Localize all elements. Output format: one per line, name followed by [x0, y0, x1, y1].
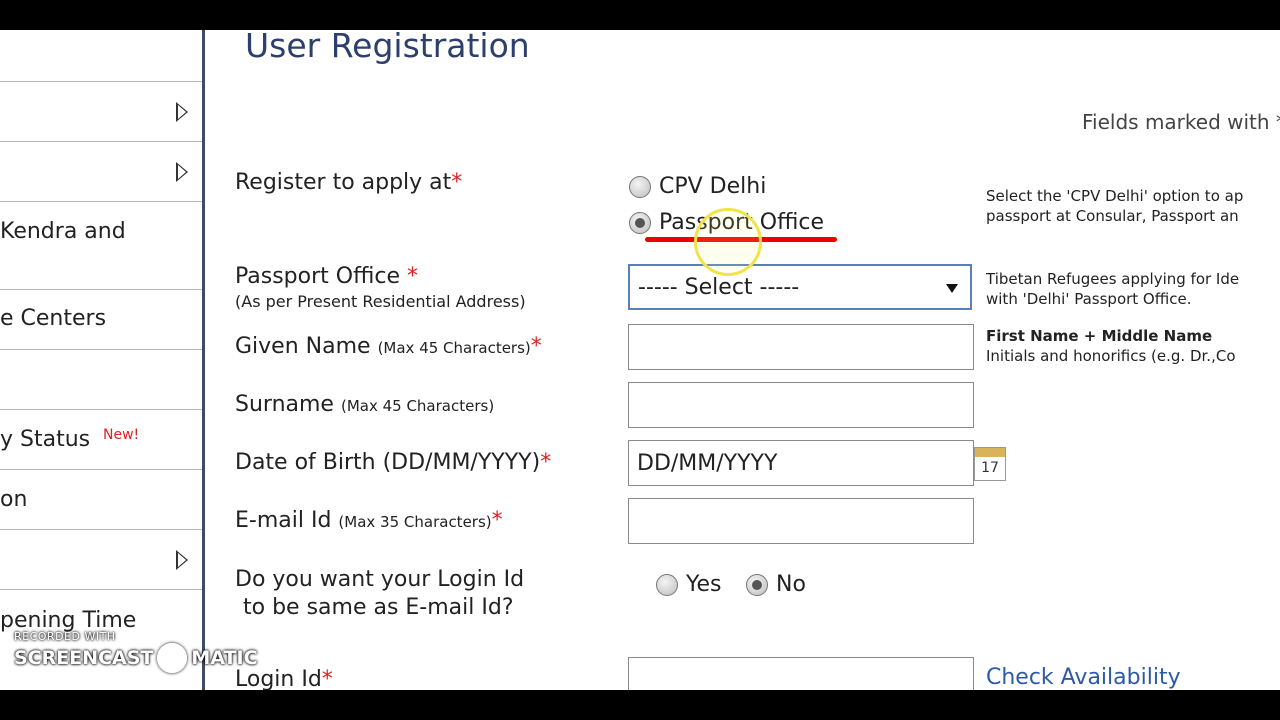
required-mark: *	[530, 334, 542, 359]
field-hint: (Max 35 Characters)	[338, 513, 492, 531]
sidebar-item-5[interactable]	[0, 350, 202, 410]
passport-office-select[interactable]: ----- Select -----	[628, 264, 972, 310]
sidebar-item-8[interactable]	[0, 530, 202, 590]
login-id-input[interactable]	[628, 657, 974, 690]
watermark-brand-left: SCREENCAST	[14, 647, 154, 669]
radio-button-checked[interactable]	[746, 573, 768, 596]
required-mark: *	[321, 667, 333, 690]
required-mark: *	[491, 508, 503, 533]
surname-label: Surname (Max 45 Characters)	[235, 392, 494, 417]
chevron-right-icon	[176, 550, 188, 570]
radio-label: No	[776, 572, 806, 597]
email-text: E-mail Id	[235, 508, 332, 533]
help-title-text: First Name + Middle Name	[986, 327, 1213, 345]
help-line: Tibetan Refugees applying for Ide	[986, 270, 1240, 288]
page-title: User Registration	[245, 30, 530, 65]
sidebar-item-centers[interactable]: e Centers	[0, 290, 202, 350]
email-input[interactable]	[628, 498, 974, 544]
radio-cpv-delhi[interactable]: CPV Delhi	[629, 174, 766, 199]
watermark-small-text: RECORDED WITH	[14, 630, 116, 643]
radio-label: CPV Delhi	[659, 174, 767, 199]
chevron-right-icon	[176, 102, 188, 122]
sidebar-item-status[interactable]: y Status New!	[0, 410, 202, 470]
new-badge: New!	[103, 427, 140, 443]
passport-office-help: Tibetan Refugees applying for Ide with '…	[986, 269, 1239, 309]
required-mark: *	[451, 170, 463, 195]
required-mark: *	[540, 450, 552, 475]
given-name-label: Given Name (Max 45 Characters)*	[235, 334, 542, 359]
radio-button-checked[interactable]	[629, 211, 651, 234]
screencast-watermark: RECORDED WITH SCREENCAST MATIC	[14, 630, 258, 673]
passport-office-label: Passport Office *	[235, 264, 418, 289]
sidebar-item-3[interactable]	[0, 142, 202, 202]
dob-label: Date of Birth (DD/MM/YYYY)*	[235, 450, 551, 475]
help-line: Initials and honorifics (e.g. Dr.,Co	[986, 347, 1236, 365]
help-line: Select the 'CPV Delhi' option to ap	[986, 187, 1244, 205]
browser-viewport: Kendra and e Centers y Status New! on pe…	[0, 30, 1280, 690]
radio-button[interactable]	[629, 175, 651, 198]
help-line: passport at Consular, Passport an	[986, 207, 1239, 225]
calendar-header	[975, 448, 1005, 457]
dropdown-arrow-icon	[946, 284, 958, 293]
sidebar-item-label: Kendra and	[0, 219, 126, 244]
given-name-input[interactable]	[628, 324, 974, 370]
register-at-text: Register to apply at	[235, 170, 452, 195]
field-hint: (Max 45 Characters)	[340, 397, 495, 415]
check-availability-link[interactable]: Check Availability	[986, 665, 1181, 690]
dob-placeholder: DD/MM/YYYY	[637, 450, 778, 476]
calendar-day: 17	[981, 460, 999, 476]
sidebar-item-kendra[interactable]: Kendra and	[0, 202, 202, 290]
radio-login-yes[interactable]: Yes	[656, 572, 722, 597]
calendar-icon[interactable]: 17	[974, 447, 1006, 481]
given-name-text: Given Name	[235, 334, 371, 359]
email-label: E-mail Id (Max 35 Characters)*	[235, 508, 503, 533]
passport-office-text: Passport Office	[235, 264, 400, 289]
login-same-line: Do you want your Login Id	[235, 567, 525, 592]
given-name-help: First Name + Middle Name Initials and ho…	[986, 326, 1236, 366]
surname-text: Surname	[235, 392, 334, 417]
required-fields-note: Fields marked with *	[1082, 110, 1280, 134]
chevron-right-icon	[176, 162, 188, 182]
sidebar-item-label: on	[0, 487, 28, 512]
sidebar-item-label: e Centers	[0, 306, 107, 331]
dob-input[interactable]: DD/MM/YYYY	[628, 440, 974, 486]
sidebar-item-1[interactable]	[0, 30, 202, 82]
register-at-help: Select the 'CPV Delhi' option to ap pass…	[986, 186, 1243, 226]
passport-office-sublabel: (As per Present Residential Address)	[235, 292, 526, 311]
login-same-label: Do you want your Login Id to be same as …	[235, 566, 524, 622]
select-value: ----- Select -----	[638, 274, 800, 300]
help-line: with 'Delhi' Passport Office.	[986, 290, 1192, 308]
sidebar-item-label: y Status	[0, 427, 91, 452]
register-at-label: Register to apply at*	[235, 170, 462, 195]
help-title: First Name + Middle Name	[986, 326, 1236, 346]
required-mark: *	[407, 264, 418, 289]
radio-button[interactable]	[656, 573, 678, 596]
sidebar-item-2[interactable]	[0, 82, 202, 142]
login-same-line: to be same as E-mail Id?	[243, 595, 514, 620]
watermark-brand: SCREENCAST MATIC	[14, 643, 258, 673]
field-hint: (Max 45 Characters)	[377, 339, 531, 357]
radio-label: Yes	[686, 572, 722, 597]
dob-text: Date of Birth (DD/MM/YYYY)	[235, 450, 541, 475]
surname-input[interactable]	[628, 382, 974, 428]
radio-login-no[interactable]: No	[746, 572, 806, 597]
watermark-brand-right: MATIC	[191, 647, 258, 669]
cursor-highlight	[694, 208, 762, 276]
sidebar-item-on[interactable]: on	[0, 470, 202, 530]
sidebar-nav: Kendra and e Centers y Status New! on pe…	[0, 30, 205, 690]
screencast-logo-icon	[157, 643, 188, 673]
